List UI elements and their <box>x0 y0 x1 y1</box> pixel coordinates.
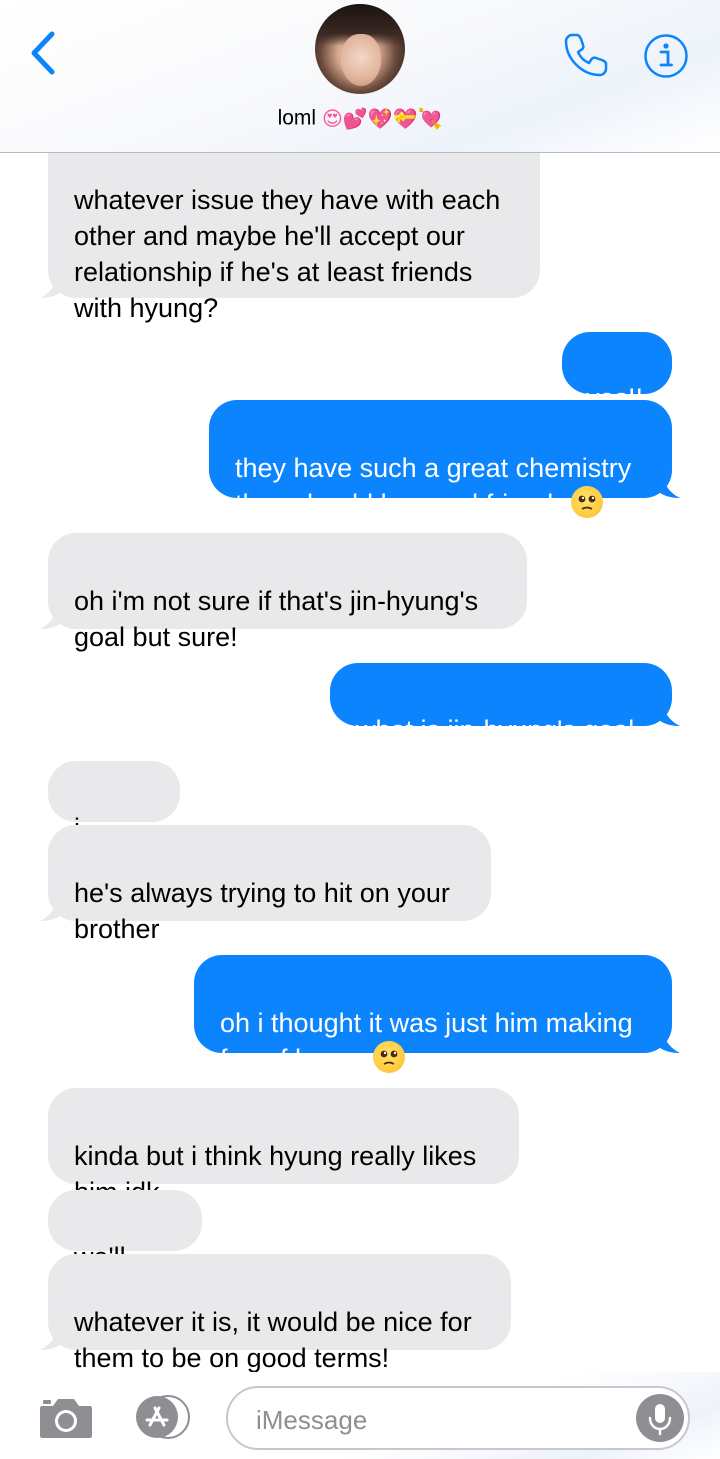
app-store-icon <box>136 1395 190 1439</box>
bubble-tail-outgoing <box>654 696 680 726</box>
message-text: oh i thought it was just him making fun … <box>220 1008 633 1074</box>
contact-emojis: 😍💕💖💝💘 <box>321 106 443 131</box>
avatar-face <box>341 34 381 86</box>
message-bubble-incoming[interactable]: he's always trying to hit on your brothe… <box>48 825 491 944</box>
chevron-left-icon[interactable] <box>24 28 64 78</box>
bubble-tail-incoming <box>40 599 66 629</box>
message-bubble-outgoing[interactable]: oh i thought it was just him making fun … <box>194 955 672 1074</box>
contact-name-text: loml <box>277 106 317 130</box>
message-bubble-incoming[interactable]: kinda but i think hyung really likes him… <box>48 1088 519 1207</box>
bubble-tail-incoming <box>40 268 66 298</box>
contact-name[interactable]: loml 😍💕💖💝💘 <box>0 106 720 130</box>
message-bubble-incoming[interactable]: oh i'm not sure if that's jin-hyung's go… <box>48 533 527 652</box>
pleading-face-emoji-icon <box>570 486 603 518</box>
message-bubble-incoming[interactable]: we'll see <box>48 1190 202 1308</box>
message-text: he's always trying to hit on your brothe… <box>74 878 450 944</box>
bubble-tail-outgoing <box>654 468 680 498</box>
avatar[interactable] <box>315 4 405 94</box>
bubble-tail-incoming <box>40 891 66 921</box>
message-text: whatever it is, it would be nice for the… <box>74 1307 472 1373</box>
message-text: what is jin-hyung's goal <box>356 715 635 745</box>
imessage-input[interactable] <box>254 1400 628 1440</box>
app-store-button[interactable] <box>130 1394 196 1440</box>
camera-icon[interactable] <box>38 1394 94 1440</box>
message-bubble-outgoing[interactable]: they have such a great chemistry they sh… <box>209 400 672 519</box>
message-composer <box>0 1372 720 1459</box>
bubble-tail-outgoing <box>654 1023 680 1053</box>
message-bubble-incoming[interactable]: whatever issue they have with each other… <box>48 130 540 323</box>
microphone-icon <box>648 1404 672 1436</box>
message-bubble-incoming[interactable]: whatever it is, it would be nice for the… <box>48 1254 511 1373</box>
message-text: whatever issue they have with each other… <box>74 185 501 323</box>
phone-icon[interactable] <box>562 31 610 79</box>
message-input-container <box>226 1386 690 1450</box>
message-bubble-outgoing[interactable]: what is jin-hyung's goal <box>330 663 672 745</box>
message-thread[interactable]: whatever issue they have with each other… <box>0 0 720 1373</box>
conversation-header: loml 😍💕💖💝💘 <box>0 0 720 153</box>
message-bubble-incoming[interactable]: i mean <box>48 761 180 879</box>
info-icon[interactable] <box>643 33 689 79</box>
bubble-tail-incoming <box>40 1320 66 1350</box>
message-bubble-outgoing[interactable]: yes!! <box>562 332 672 413</box>
message-text: oh i'm not sure if that's jin-hyung's go… <box>74 586 479 652</box>
microphone-button[interactable] <box>636 1394 684 1442</box>
laughing-tears-emoji-icon <box>372 1041 405 1073</box>
